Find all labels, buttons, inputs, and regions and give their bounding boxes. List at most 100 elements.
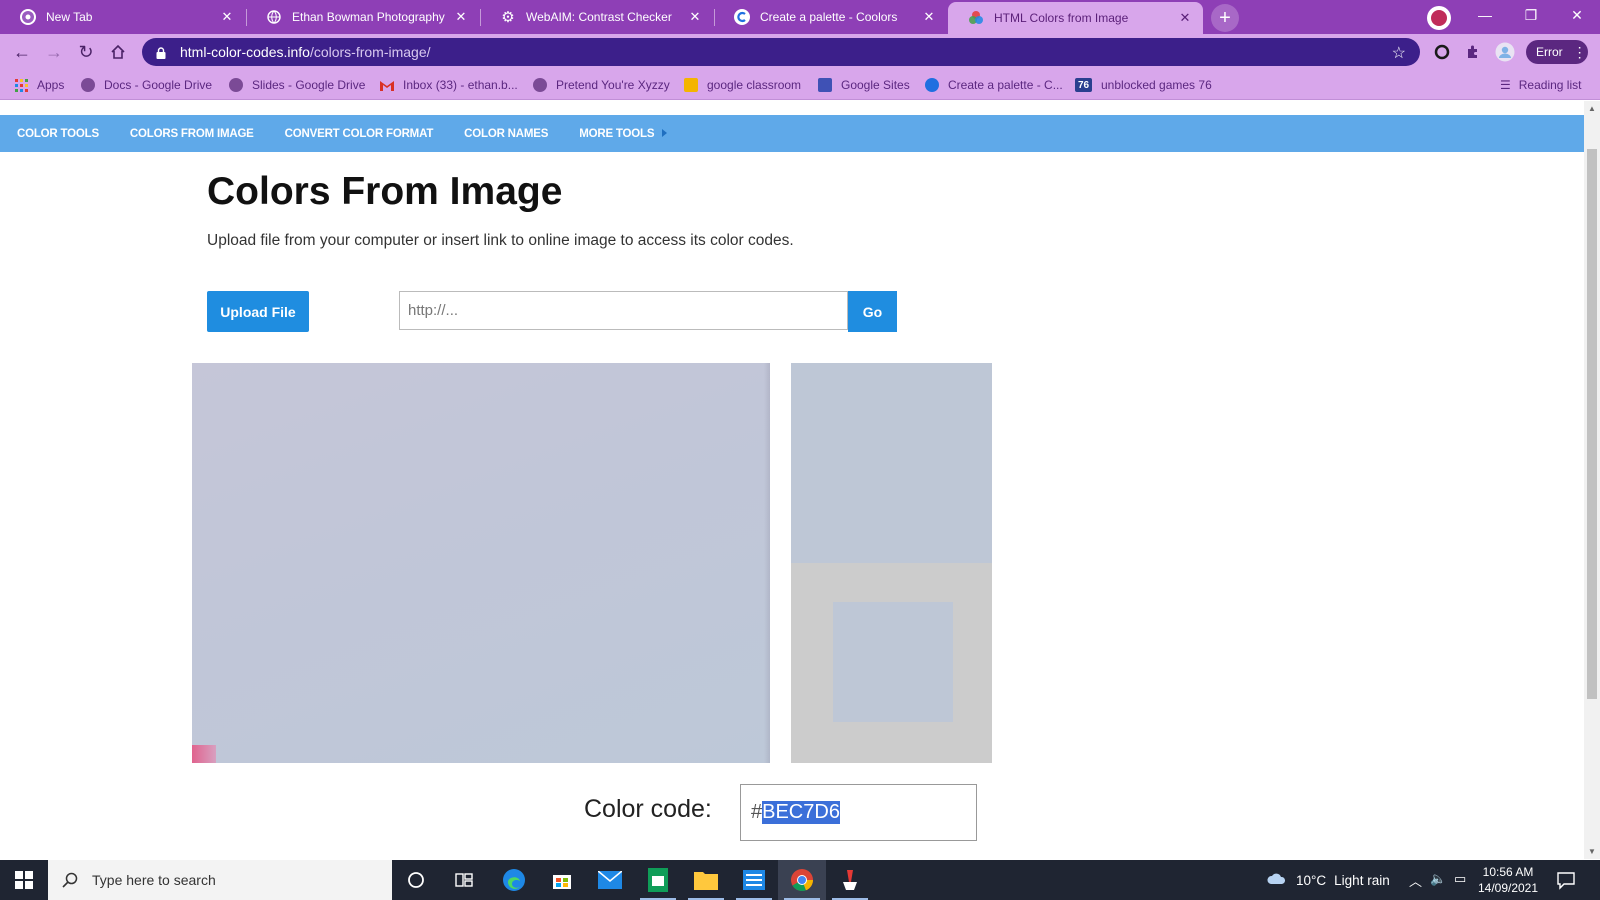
puzzle-extensions-icon[interactable] — [1463, 42, 1483, 62]
paint-icon[interactable] — [826, 860, 874, 900]
games76-icon: 76 — [1075, 78, 1092, 92]
file-explorer-icon[interactable] — [682, 860, 730, 900]
nav-colors-from-image[interactable]: Colors From Image — [130, 128, 254, 140]
globe-icon — [229, 78, 243, 92]
color-wheel-icon — [968, 10, 984, 26]
tab-title: New Tab — [46, 10, 93, 24]
gear-icon: ⚙ — [501, 9, 515, 26]
page-scrollbar[interactable]: ▲ ▼ — [1584, 101, 1600, 859]
bookmark-coolors[interactable]: Create a palette - C... — [925, 76, 1063, 94]
color-code-label: Color code: — [584, 795, 712, 823]
upload-file-button[interactable]: Upload File — [207, 291, 309, 332]
task-view-icon[interactable] — [440, 860, 488, 900]
tab-ethan-bowman-photography[interactable]: Ethan Bowman Photography ✕ — [246, 0, 479, 34]
sheets-icon[interactable] — [634, 860, 682, 900]
nav-color-names[interactable]: Color Names — [464, 128, 548, 140]
tab-title: HTML Colors from Image — [994, 11, 1129, 25]
close-tab-icon[interactable]: ✕ — [453, 9, 469, 25]
notification-icon[interactable] — [1556, 870, 1576, 890]
edge-icon[interactable] — [490, 860, 538, 900]
reading-list-button[interactable]: ☰ Reading list — [1500, 76, 1581, 94]
minimize-window-icon[interactable]: — — [1462, 0, 1508, 30]
store-icon[interactable] — [538, 860, 586, 900]
volume-icon[interactable]: 🔈 — [1430, 871, 1446, 887]
pocket-extension-icon[interactable] — [1427, 6, 1451, 30]
profile-error-button[interactable]: Error ⋮ — [1526, 40, 1588, 64]
reading-list-label: Reading list — [1518, 78, 1582, 92]
scrollbar-thumb[interactable] — [1587, 149, 1597, 699]
bookmark-google-sites[interactable]: Google Sites — [818, 76, 910, 94]
bookmark-star-icon[interactable]: ☆ — [1392, 43, 1406, 63]
rain-cloud-icon — [1267, 873, 1286, 884]
taskbar-clock[interactable]: 10:56 AM 14/09/2021 — [1470, 864, 1546, 896]
tab-title: WebAIM: Contrast Checker — [526, 10, 672, 24]
close-tab-icon[interactable]: ✕ — [219, 9, 235, 25]
extension-circle-icon[interactable] — [1432, 42, 1452, 62]
mail-icon[interactable] — [586, 860, 634, 900]
image-preview-canvas[interactable] — [192, 363, 770, 763]
image-url-input[interactable] — [399, 291, 848, 330]
bookmark-apps[interactable]: Apps — [14, 76, 64, 94]
color-code-hash: # — [751, 801, 763, 823]
zoom-preview — [791, 363, 992, 563]
tab-html-colors-from-image[interactable]: HTML Colors from Image ✕ — [948, 2, 1203, 34]
word-icon[interactable] — [730, 860, 778, 900]
scroll-up-arrow-icon[interactable]: ▲ — [1588, 104, 1596, 113]
home-icon[interactable] — [104, 38, 132, 66]
windows-start-button[interactable] — [0, 860, 48, 900]
search-icon — [62, 872, 78, 888]
bookmark-docs-google-drive[interactable]: Docs - Google Drive — [81, 76, 212, 94]
bookmark-gmail-inbox[interactable]: Inbox (33) - ethan.b... — [380, 76, 518, 94]
taskbar-search[interactable]: Type here to search — [48, 860, 392, 900]
page-viewport: Color Tools Colors From Image Convert Co… — [0, 101, 1600, 859]
chrome-taskbar-icon[interactable] — [778, 860, 826, 900]
page-title: Colors From Image — [207, 170, 563, 213]
back-arrow-icon[interactable]: ← — [8, 38, 36, 66]
weather-widget[interactable]: 10°C Light rain — [1266, 860, 1390, 900]
bookmark-label: Pretend You're Xyzzy — [556, 78, 670, 92]
profile-error-label: Error — [1536, 45, 1563, 59]
scroll-down-arrow-icon[interactable]: ▼ — [1588, 847, 1596, 856]
more-menu-icon[interactable]: ⋮ — [1573, 44, 1587, 61]
tab-new-tab[interactable]: New Tab ✕ — [0, 0, 245, 34]
color-code-field[interactable]: # BEC7D6 — [740, 784, 977, 841]
canvas-divider — [770, 363, 791, 763]
windows-logo-icon — [15, 871, 33, 889]
caret-right-icon — [662, 129, 668, 138]
avatar[interactable] — [1495, 42, 1515, 62]
clock-time: 10:56 AM — [1482, 865, 1534, 879]
weather-temp: 10°C — [1296, 872, 1327, 888]
tab-title: Ethan Bowman Photography — [292, 10, 445, 24]
apps-grid-icon — [14, 78, 28, 92]
forward-arrow-icon[interactable]: → — [40, 38, 68, 66]
close-window-icon[interactable]: ✕ — [1554, 0, 1600, 30]
nav-more-tools[interactable]: More Tools — [579, 128, 668, 140]
restore-window-icon[interactable]: ❐ — [1508, 0, 1554, 30]
bookmark-unblocked-games-76[interactable]: 76 unblocked games 76 — [1075, 76, 1212, 94]
tab-title: Create a palette - Coolors — [760, 10, 898, 24]
windows-taskbar: Type here to search 10°C Light rain ︿ 🔈 … — [0, 860, 1600, 900]
bookmark-label: unblocked games 76 — [1101, 78, 1212, 92]
tab-coolors[interactable]: Create a palette - Coolors ✕ — [714, 0, 947, 34]
bookmark-label: Slides - Google Drive — [252, 78, 366, 92]
lock-icon — [156, 46, 166, 59]
chevron-up-icon[interactable]: ︿ — [1409, 871, 1422, 890]
close-tab-icon[interactable]: ✕ — [921, 9, 937, 25]
nav-color-tools[interactable]: Color Tools — [17, 128, 99, 140]
bookmark-label: Google Sites — [841, 78, 910, 92]
cortana-icon[interactable] — [392, 860, 440, 900]
bookmark-google-classroom[interactable]: google classroom — [684, 76, 801, 94]
go-button[interactable]: Go — [848, 291, 897, 332]
bookmark-pretend-youre-xyzzy[interactable]: Pretend You're Xyzzy — [533, 76, 670, 94]
nav-convert-color-format[interactable]: Convert Color Format — [285, 128, 434, 140]
close-tab-icon[interactable]: ✕ — [1177, 10, 1193, 26]
browser-toolbar: ← → ↻ html-color-codes.info/colors-from-… — [0, 34, 1600, 70]
close-tab-icon[interactable]: ✕ — [687, 9, 703, 25]
network-icon[interactable]: ▭ — [1454, 871, 1466, 887]
address-bar[interactable]: html-color-codes.info/colors-from-image/… — [142, 38, 1420, 66]
reload-icon[interactable]: ↻ — [72, 38, 100, 66]
bookmark-slides-google-drive[interactable]: Slides - Google Drive — [229, 76, 365, 94]
tab-webaim-contrast-checker[interactable]: ⚙ WebAIM: Contrast Checker ✕ — [480, 0, 713, 34]
new-tab-button[interactable]: + — [1211, 4, 1239, 32]
bookmark-label: google classroom — [707, 78, 802, 92]
